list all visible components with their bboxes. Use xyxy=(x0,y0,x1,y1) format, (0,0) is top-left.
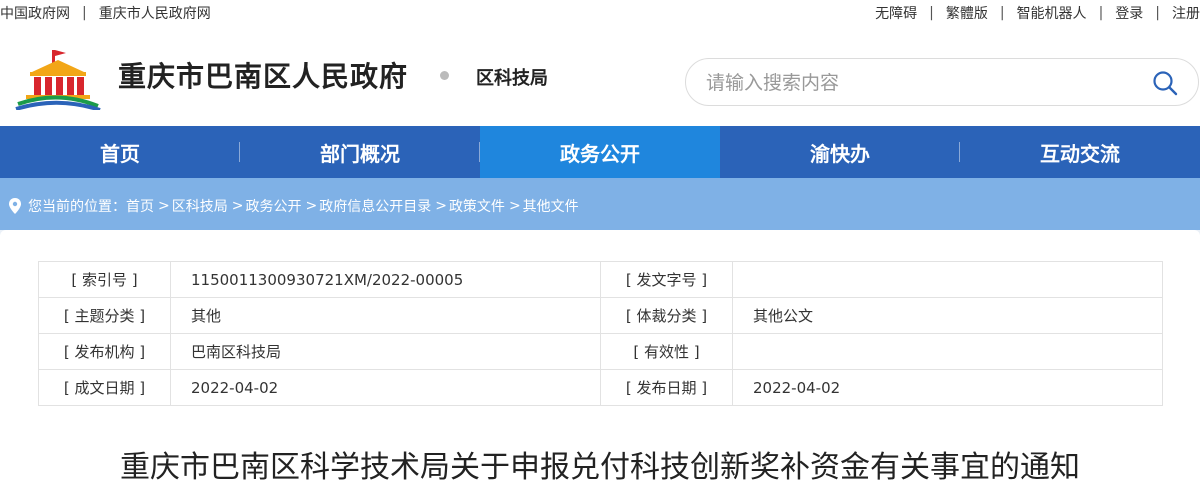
breadcrumb-catalog[interactable]: 政府信息公开目录 xyxy=(319,196,431,216)
topbar-left-links: 中国政府网 | 重庆市人民政府网 xyxy=(0,3,211,23)
breadcrumb-separator: > xyxy=(508,198,521,214)
meta-value xyxy=(732,333,1163,370)
separator: | xyxy=(999,5,1005,21)
separator: | xyxy=(82,5,87,21)
nav-item-interaction[interactable]: 互动交流 xyxy=(960,126,1200,178)
breadcrumb-separator: > xyxy=(435,198,447,214)
nav-item-department-overview[interactable]: 部门概况 xyxy=(240,126,480,178)
table-row: [ 索引号 ] 1150011300930721XM/2022-00005 [ … xyxy=(38,261,1163,298)
breadcrumb: 您当前的位置： 首页 > 区科技局 > 政务公开 > 政府信息公开目录 > 政策… xyxy=(8,196,579,216)
meta-value: 巴南区科技局 xyxy=(170,333,601,370)
breadcrumb-dept[interactable]: 区科技局 xyxy=(172,196,228,216)
top-utility-bar: 中国政府网 | 重庆市人民政府网 无障碍 | 繁體版 | 智能机器人 | 登录 … xyxy=(0,0,1200,26)
breadcrumb-bar: 您当前的位置： 首页 > 区科技局 > 政务公开 > 政府信息公开目录 > 政策… xyxy=(0,178,1200,230)
nav-item-label: 渝快办 xyxy=(810,141,870,166)
meta-label: [ 体裁分类 ] xyxy=(600,297,733,334)
meta-label: [ 发文字号 ] xyxy=(600,261,733,298)
main-nav: 首页 部门概况 政务公开 渝快办 互动交流 xyxy=(0,126,1200,178)
separator: | xyxy=(1098,5,1104,21)
meta-label: [ 成文日期 ] xyxy=(38,369,171,406)
nav-item-government-affairs[interactable]: 政务公开 xyxy=(480,126,720,178)
nav-item-yukuaiban[interactable]: 渝快办 xyxy=(720,126,960,178)
separator: | xyxy=(1155,5,1160,21)
breadcrumb-home[interactable]: 首页 xyxy=(126,196,154,216)
link-robot[interactable]: 智能机器人 xyxy=(1017,3,1087,23)
meta-value xyxy=(732,261,1163,298)
link-china-gov[interactable]: 中国政府网 xyxy=(0,3,70,23)
nav-item-label: 政务公开 xyxy=(560,141,640,166)
search-box xyxy=(685,58,1199,106)
site-header: 重庆市巴南区人民政府 区科技局 xyxy=(0,26,1200,126)
link-traditional-chinese[interactable]: 繁體版 xyxy=(946,3,988,23)
table-row: [ 发布机构 ] 巴南区科技局 [ 有效性 ] xyxy=(38,333,1163,370)
meta-label: [ 发布机构 ] xyxy=(38,333,171,370)
table-row: [ 主题分类 ] 其他 [ 体裁分类 ] 其他公文 xyxy=(38,297,1163,334)
nav-item-label: 部门概况 xyxy=(320,141,400,166)
meta-value: 1150011300930721XM/2022-00005 xyxy=(170,261,601,298)
title-dot-decoration xyxy=(440,71,449,80)
department-name: 区科技局 xyxy=(476,68,548,89)
meta-label: [ 有效性 ] xyxy=(600,333,733,370)
topbar-right-links: 无障碍 | 繁體版 | 智能机器人 | 登录 | 注册 xyxy=(875,3,1200,23)
meta-value: 其他公文 xyxy=(732,297,1163,334)
meta-label: [ 主题分类 ] xyxy=(38,297,171,334)
breadcrumb-separator: > xyxy=(305,198,318,214)
nav-item-home[interactable]: 首页 xyxy=(0,126,240,178)
link-login[interactable]: 登录 xyxy=(1115,3,1143,23)
meta-value: 2022-04-02 xyxy=(732,369,1163,406)
breadcrumb-separator: > xyxy=(231,198,244,214)
document-metadata-table: [ 索引号 ] 1150011300930721XM/2022-00005 [ … xyxy=(38,261,1163,406)
location-pin-icon xyxy=(9,198,21,214)
breadcrumb-policy[interactable]: 政策文件 xyxy=(449,196,505,216)
government-building-logo-icon[interactable] xyxy=(14,48,102,110)
site-title[interactable]: 重庆市巴南区人民政府 xyxy=(118,55,408,95)
meta-label: [ 发布日期 ] xyxy=(600,369,733,406)
meta-value: 2022-04-02 xyxy=(170,369,601,406)
nav-item-label: 首页 xyxy=(100,141,140,166)
meta-label: [ 索引号 ] xyxy=(38,261,171,298)
separator: | xyxy=(929,5,934,21)
document-title: 重庆市巴南区科学技术局关于申报兑付科技创新奖补资金有关事宜的通知 xyxy=(120,450,1080,485)
table-row: [ 成文日期 ] 2022-04-02 [ 发布日期 ] 2022-04-02 xyxy=(38,369,1163,406)
link-register[interactable]: 注册 xyxy=(1172,3,1200,23)
search-icon[interactable] xyxy=(1152,70,1178,96)
breadcrumb-prefix: 您当前的位置： xyxy=(28,199,126,215)
search-input[interactable] xyxy=(706,69,1126,97)
breadcrumb-gov-affairs[interactable]: 政务公开 xyxy=(245,196,301,216)
link-accessibility[interactable]: 无障碍 xyxy=(875,3,917,23)
meta-value: 其他 xyxy=(170,297,601,334)
breadcrumb-separator: > xyxy=(158,198,170,214)
content-panel: [ 索引号 ] 1150011300930721XM/2022-00005 [ … xyxy=(0,230,1200,488)
nav-item-label: 互动交流 xyxy=(1040,141,1120,166)
link-chongqing-gov[interactable]: 重庆市人民政府网 xyxy=(99,3,211,23)
breadcrumb-other-docs[interactable]: 其他文件 xyxy=(523,196,579,216)
